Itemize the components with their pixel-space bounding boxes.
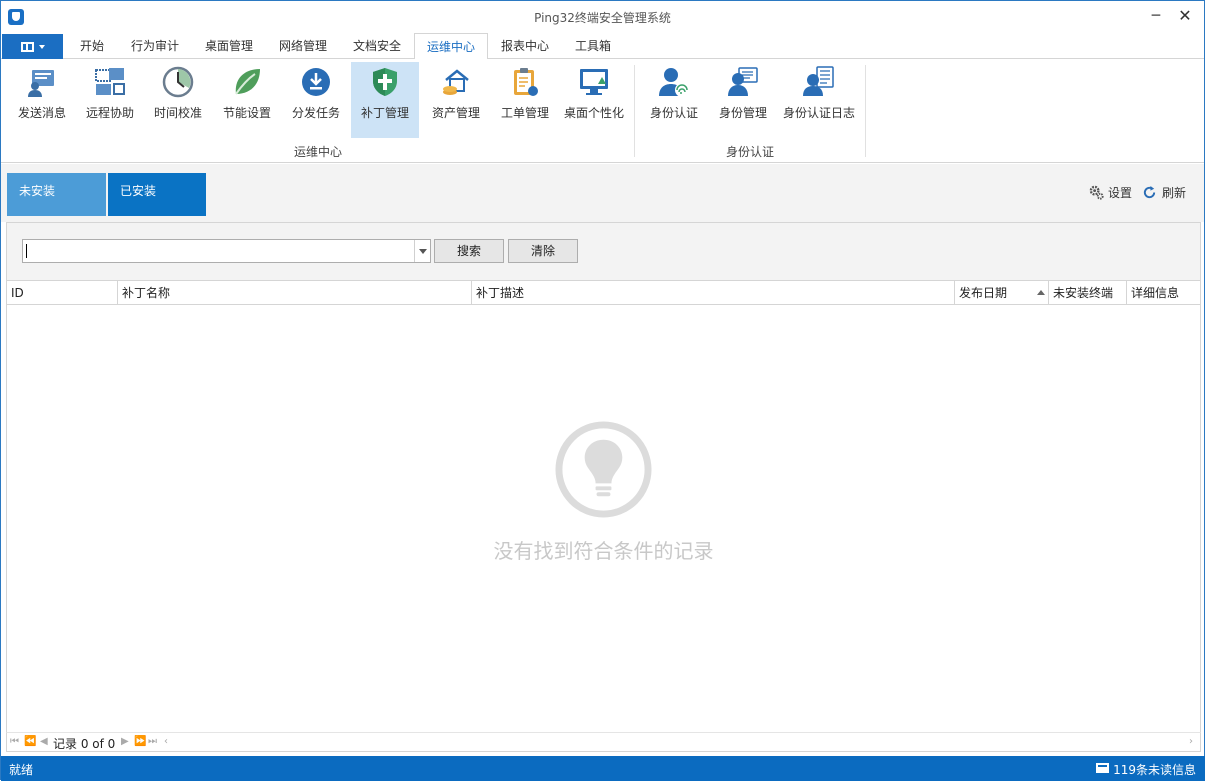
desktop-personalize-button[interactable]: 桌面个性化 bbox=[561, 62, 627, 138]
ribbon-label: 补丁管理 bbox=[360, 106, 409, 120]
work-order-button[interactable]: 工单管理 bbox=[494, 62, 556, 138]
clear-button[interactable]: 清除 bbox=[508, 239, 578, 263]
status-text: 就绪 bbox=[9, 763, 34, 777]
asset-icon bbox=[443, 69, 469, 95]
search-bar: 搜索 清除 bbox=[6, 222, 1201, 280]
ribbon-panel: 发送消息 远程协助 时间校准 节能设置 分发任务 补丁管理 资产管理 工单管理 … bbox=[1, 59, 1204, 163]
prev-record-button[interactable]: ◀ bbox=[40, 736, 48, 747]
column-header-patch-description[interactable]: 补丁描述 bbox=[472, 281, 955, 305]
tab-document-security[interactable]: 文档安全 bbox=[343, 33, 411, 59]
remote-assist-icon bbox=[95, 68, 125, 95]
unread-messages[interactable]: 119条未读信息 bbox=[1113, 761, 1196, 778]
user-card-icon bbox=[728, 67, 758, 96]
app-menu-button[interactable] bbox=[2, 34, 63, 59]
chevron-down-icon[interactable] bbox=[414, 240, 430, 262]
record-count: 记录 0 of 0 bbox=[53, 737, 116, 751]
ribbon-label: 身份管理 bbox=[718, 106, 767, 120]
ribbon-label: 分发任务 bbox=[291, 106, 340, 120]
next-record-button[interactable]: ▶ bbox=[121, 736, 129, 747]
ribbon-label: 时间校准 bbox=[153, 106, 202, 120]
tab-report-center[interactable]: 报表中心 bbox=[491, 33, 559, 59]
menu-icon bbox=[21, 42, 34, 52]
tab-not-installed[interactable]: 未安装 bbox=[7, 173, 106, 216]
ribbon-label: 资产管理 bbox=[431, 106, 480, 120]
close-button[interactable]: ✕ bbox=[1170, 3, 1200, 29]
scroll-left-icon[interactable]: ‹ bbox=[164, 736, 168, 747]
refresh-link[interactable]: 刷新 bbox=[1162, 184, 1186, 201]
column-header-patch-name[interactable]: 补丁名称 bbox=[118, 281, 472, 305]
message-icon bbox=[1096, 763, 1109, 773]
tab-behavior-audit[interactable]: 行为审计 bbox=[121, 33, 189, 59]
patch-management-button[interactable]: 补丁管理 bbox=[351, 62, 419, 138]
tab-desktop-management[interactable]: 桌面管理 bbox=[195, 33, 263, 59]
ribbon-label: 身份认证 bbox=[649, 106, 698, 120]
shield-icon bbox=[373, 68, 397, 96]
chevron-down-icon bbox=[39, 45, 45, 49]
scroll-right-icon[interactable]: › bbox=[1189, 736, 1193, 747]
monitor-icon bbox=[580, 69, 608, 95]
ribbon-label: 身份认证日志 bbox=[782, 106, 855, 120]
distribute-task-button[interactable]: 分发任务 bbox=[285, 62, 347, 138]
refresh-icon[interactable] bbox=[1142, 185, 1157, 200]
column-header-details[interactable]: 详细信息 bbox=[1127, 281, 1200, 305]
table-header: ID 补丁名称 补丁描述 发布日期 未安装终端 详细信息 bbox=[7, 281, 1200, 305]
main-window: Ping32终端安全管理系统 ─ ✕ 开始 行为审计 桌面管理 网络管理 文档安… bbox=[0, 0, 1205, 781]
lightbulb-icon bbox=[555, 421, 652, 518]
window-title: Ping32终端安全管理系统 bbox=[534, 11, 671, 25]
ribbon-label: 节能设置 bbox=[222, 106, 271, 120]
user-log-icon bbox=[803, 66, 834, 96]
title-bar: Ping32终端安全管理系统 ─ ✕ bbox=[1, 1, 1204, 33]
record-navigator: ⏮ ⏪ ◀ 记录 0 of 0 ▶ ⏩ ⏭ ‹ › bbox=[6, 732, 1201, 752]
ribbon-label: 工单管理 bbox=[500, 106, 549, 120]
group-label-ops-center: 运维中心 bbox=[293, 145, 342, 159]
text-caret bbox=[26, 244, 27, 258]
identity-auth-log-button[interactable]: 身份认证日志 bbox=[780, 62, 858, 138]
prev-page-button[interactable]: ⏪ bbox=[24, 736, 36, 747]
group-separator bbox=[865, 65, 866, 157]
column-header-id[interactable]: ID bbox=[7, 281, 118, 305]
search-input[interactable] bbox=[22, 239, 431, 263]
ribbon-label: 远程协助 bbox=[85, 106, 134, 120]
tab-toolbox[interactable]: 工具箱 bbox=[565, 33, 621, 59]
tab-installed[interactable]: 已安装 bbox=[108, 173, 206, 216]
minimize-button[interactable]: ─ bbox=[1141, 3, 1171, 29]
ribbon-label: 发送消息 bbox=[17, 106, 66, 120]
tab-start[interactable]: 开始 bbox=[69, 33, 115, 59]
remote-assist-button[interactable]: 远程协助 bbox=[79, 62, 141, 138]
column-header-release-date[interactable]: 发布日期 bbox=[955, 281, 1049, 305]
column-header-uninstalled-terminals[interactable]: 未安装终端 bbox=[1049, 281, 1127, 305]
download-icon bbox=[302, 68, 330, 96]
identity-auth-button[interactable]: 身份认证 bbox=[643, 62, 705, 138]
fingerprint-user-icon bbox=[659, 68, 689, 97]
energy-settings-button[interactable]: 节能设置 bbox=[216, 62, 278, 138]
ribbon-tab-bar: 开始 行为审计 桌面管理 网络管理 文档安全 运维中心 报表中心 工具箱 bbox=[1, 33, 1204, 60]
last-page-button[interactable]: ⏭ bbox=[148, 736, 157, 747]
sort-ascending-icon bbox=[1037, 290, 1045, 295]
ribbon-label: 桌面个性化 bbox=[563, 106, 624, 120]
asset-management-button[interactable]: 资产管理 bbox=[425, 62, 487, 138]
patch-toolbar: 未安装 已安装 设置 刷新 bbox=[1, 164, 1204, 222]
settings-link[interactable]: 设置 bbox=[1108, 184, 1132, 201]
group-label-identity-auth: 身份认证 bbox=[725, 145, 774, 159]
send-message-icon bbox=[28, 70, 54, 97]
empty-state-message: 没有找到符合条件的记录 bbox=[493, 539, 714, 563]
gear-icon[interactable] bbox=[1089, 185, 1104, 200]
tab-ops-center[interactable]: 运维中心 bbox=[414, 33, 488, 60]
time-calibration-button[interactable]: 时间校准 bbox=[147, 62, 209, 138]
identity-management-button[interactable]: 身份管理 bbox=[712, 62, 774, 138]
first-page-button[interactable]: ⏮ bbox=[10, 736, 19, 747]
search-button[interactable]: 搜索 bbox=[434, 239, 504, 263]
clock-icon bbox=[162, 66, 194, 98]
tab-network-management[interactable]: 网络管理 bbox=[269, 33, 337, 59]
send-message-button[interactable]: 发送消息 bbox=[11, 62, 73, 138]
clipboard-icon bbox=[514, 68, 538, 96]
next-page-button[interactable]: ⏩ bbox=[134, 736, 146, 747]
leaf-icon bbox=[235, 69, 260, 95]
status-bar: 就绪 119条未读信息 bbox=[1, 756, 1205, 781]
